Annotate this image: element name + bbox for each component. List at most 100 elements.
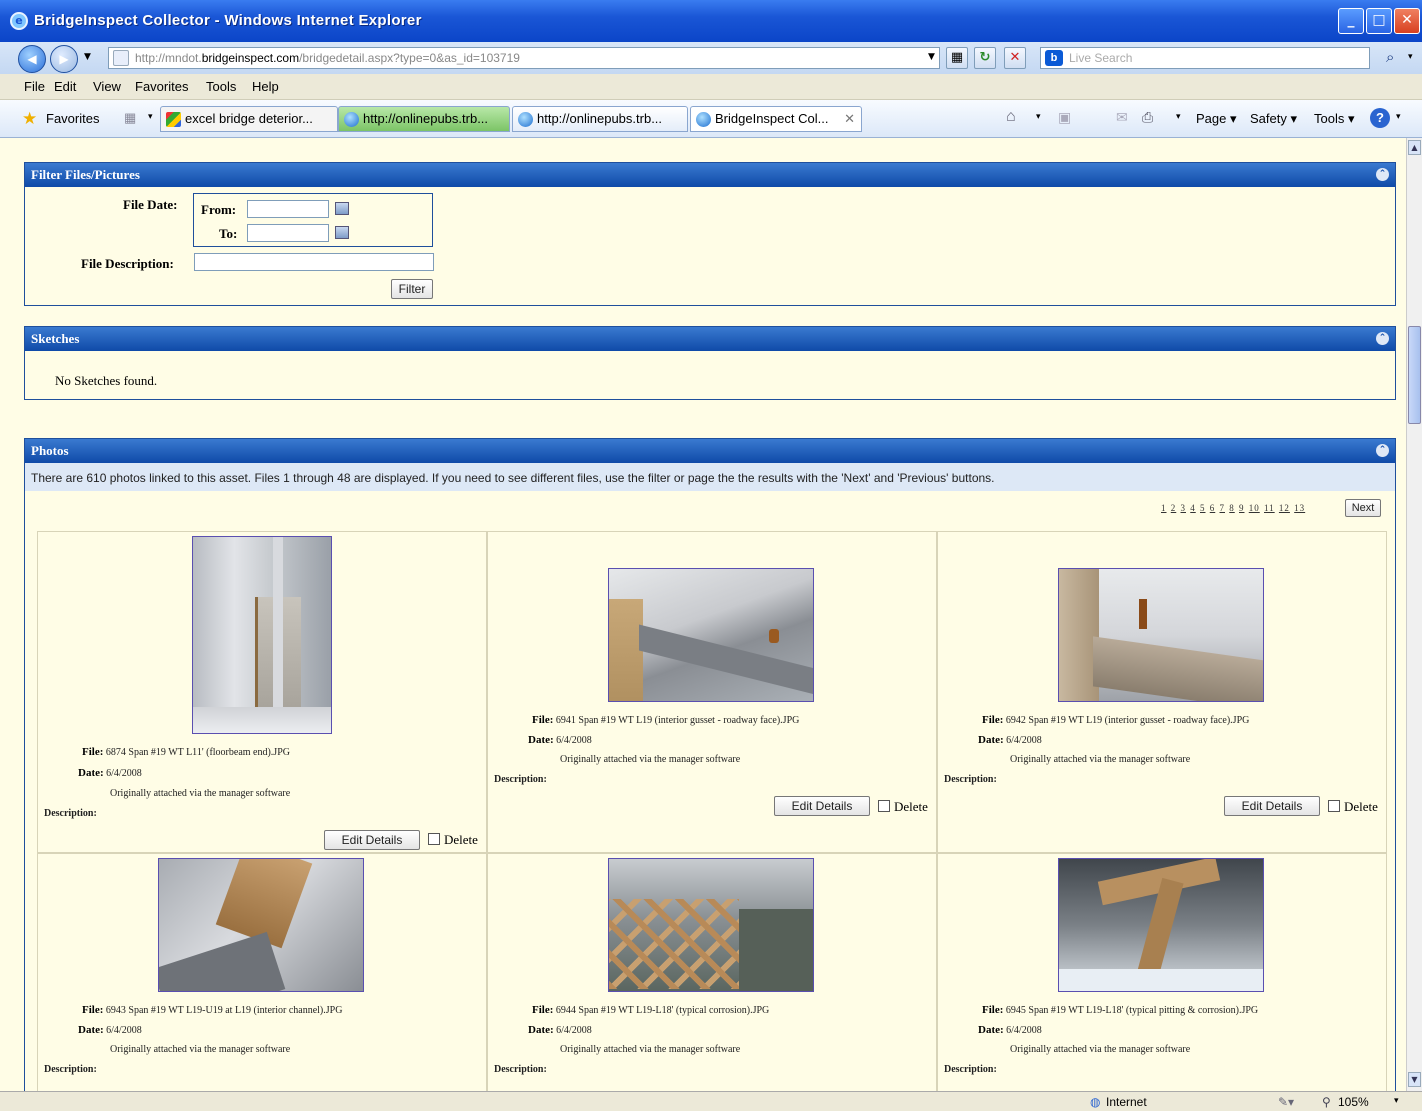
to-date-input[interactable] [247,224,329,242]
home-dropdown-icon[interactable]: ▾ [1036,111,1041,122]
zoom-dropdown-icon[interactable]: ▾ [1394,1095,1399,1106]
favorites-button[interactable]: Favorites [46,111,99,126]
edit-details-button[interactable]: Edit Details [324,830,420,850]
tab-bridgeinspect[interactable]: BridgeInspect Col... ✕ [690,106,862,132]
page-link[interactable]: 9 [1239,503,1245,513]
favorites-star-icon[interactable]: ★ [22,109,37,129]
ie-page-icon [344,112,359,127]
sketches-panel: Sketches ⌃ No Sketches found. [24,326,1396,400]
photo-thumbnail[interactable] [1058,568,1264,702]
home-icon[interactable]: ⌂ [1006,108,1016,126]
page-link[interactable]: 12 [1279,503,1290,513]
photo-thumbnail[interactable] [1058,858,1264,992]
page-link[interactable]: 11 [1264,503,1275,513]
forward-button[interactable]: ▶ [50,45,78,73]
menu-favorites[interactable]: Favorites [135,79,188,94]
collapse-icon[interactable]: ⌃ [1376,168,1389,181]
globe-icon: ◍ [1090,1095,1101,1109]
from-calendar-icon[interactable] [335,202,349,215]
no-sketches-text: No Sketches found. [55,373,158,388]
sketches-panel-header: Sketches ⌃ [25,327,1395,351]
collapse-icon[interactable]: ⌃ [1376,444,1389,457]
read-mail-icon[interactable]: ✉ [1116,109,1128,126]
edit-details-button[interactable]: Edit Details [1224,796,1320,816]
search-input[interactable]: b Live Search [1040,47,1370,69]
quick-tabs-icon[interactable]: ▦ [124,110,136,126]
page-link[interactable]: 4 [1190,503,1196,513]
print-icon[interactable]: ⎙ [1142,109,1153,126]
filter-panel-header: Filter Files/Pictures ⌃ [25,163,1395,187]
photo-note: Originally attached via the manager soft… [110,788,291,799]
photo-thumbnail[interactable] [608,858,814,992]
refresh-icon[interactable]: ↻ [974,47,996,69]
tab-onlinepubs-1[interactable]: http://onlinepubs.trb... [338,106,510,132]
maximize-button[interactable]: □ [1366,8,1392,34]
search-icon[interactable]: ⌕ [1386,48,1394,66]
filter-button[interactable]: Filter [391,279,433,299]
photo-date: 6/4/2008 [556,735,592,746]
tools-menu[interactable]: Tools ▾ [1314,111,1355,127]
page-link[interactable]: 13 [1294,503,1305,513]
delete-checkbox[interactable]: Delete [428,832,478,848]
collapse-icon[interactable]: ⌃ [1376,332,1389,345]
menu-tools[interactable]: Tools [206,79,236,94]
ie-page-icon [518,112,533,127]
protected-mode-icon[interactable]: ✎▾ [1278,1095,1294,1109]
page-link[interactable]: 5 [1200,503,1206,513]
page-link[interactable]: 3 [1181,503,1187,513]
to-calendar-icon[interactable] [335,226,349,239]
to-label: To: [219,226,238,241]
security-zone: Internet [1106,1095,1147,1109]
scrollbar-thumb[interactable] [1408,326,1421,424]
back-button[interactable]: ◀ [18,45,46,73]
help-icon[interactable]: ? [1370,108,1390,128]
file-description-input[interactable] [194,253,434,271]
photo-thumbnail[interactable] [192,536,332,734]
url-dropdown-icon[interactable]: ▼ [928,52,935,62]
search-options-icon[interactable]: ▾ [1408,52,1413,62]
print-dropdown-icon[interactable]: ▾ [1176,111,1181,122]
delete-checkbox[interactable]: Delete [878,799,928,815]
description-label: Description: [44,1064,97,1075]
tab-excel-bridge[interactable]: excel bridge deterior... [160,106,338,132]
menu-help[interactable]: Help [252,79,279,94]
scroll-down-icon[interactable]: ▼ [1408,1072,1421,1087]
tab-onlinepubs-2[interactable]: http://onlinepubs.trb... [512,106,688,132]
page-menu[interactable]: Page ▾ [1196,111,1237,127]
close-window-button[interactable]: ✕ [1394,8,1420,34]
edit-details-button[interactable]: Edit Details [774,796,870,816]
zoom-icon: ⚲ [1322,1095,1331,1109]
tab-list-icon[interactable]: ▾ [148,111,153,122]
from-date-input[interactable] [247,200,329,218]
menu-view[interactable]: View [93,79,121,94]
page-link[interactable]: 10 [1249,503,1260,513]
safety-menu[interactable]: Safety ▾ [1250,111,1297,127]
minimize-button[interactable]: _ [1338,8,1364,34]
help-dropdown-icon[interactable]: ▾ [1396,111,1401,122]
menu-file[interactable]: File [24,79,45,94]
next-page-button[interactable]: Next [1345,499,1381,517]
feeds-icon[interactable]: ▣ [1058,109,1071,126]
compatibility-icon[interactable]: ▦ [946,47,968,69]
photo-date: 6/4/2008 [106,1025,142,1036]
page-link[interactable]: 7 [1220,503,1226,513]
photo-thumbnail[interactable] [608,568,814,702]
url-input[interactable]: http://mndot.bridgeinspect.com/bridgedet… [108,47,940,69]
photo-date: 6/4/2008 [1006,735,1042,746]
page-scrollbar[interactable]: ▲ ▼ [1406,138,1422,1091]
file-date-label: File Date: [123,197,178,212]
scroll-up-icon[interactable]: ▲ [1408,140,1421,155]
photo-thumbnail[interactable] [158,858,364,992]
delete-checkbox[interactable]: Delete [1328,799,1378,815]
zoom-level[interactable]: 105% [1338,1095,1369,1109]
photo-card: File: 6874 Span #19 WT L11' (floorbeam e… [37,531,487,853]
menu-edit[interactable]: Edit [54,79,76,94]
history-dropdown-icon[interactable]: ▼ [84,52,91,62]
photo-note: Originally attached via the manager soft… [560,754,741,765]
page-link[interactable]: 8 [1229,503,1235,513]
page-link[interactable]: 1 [1161,503,1167,513]
page-link[interactable]: 6 [1210,503,1216,513]
close-tab-icon[interactable]: ✕ [844,111,855,127]
page-link[interactable]: 2 [1171,503,1177,513]
stop-icon[interactable]: ✕ [1004,47,1026,69]
